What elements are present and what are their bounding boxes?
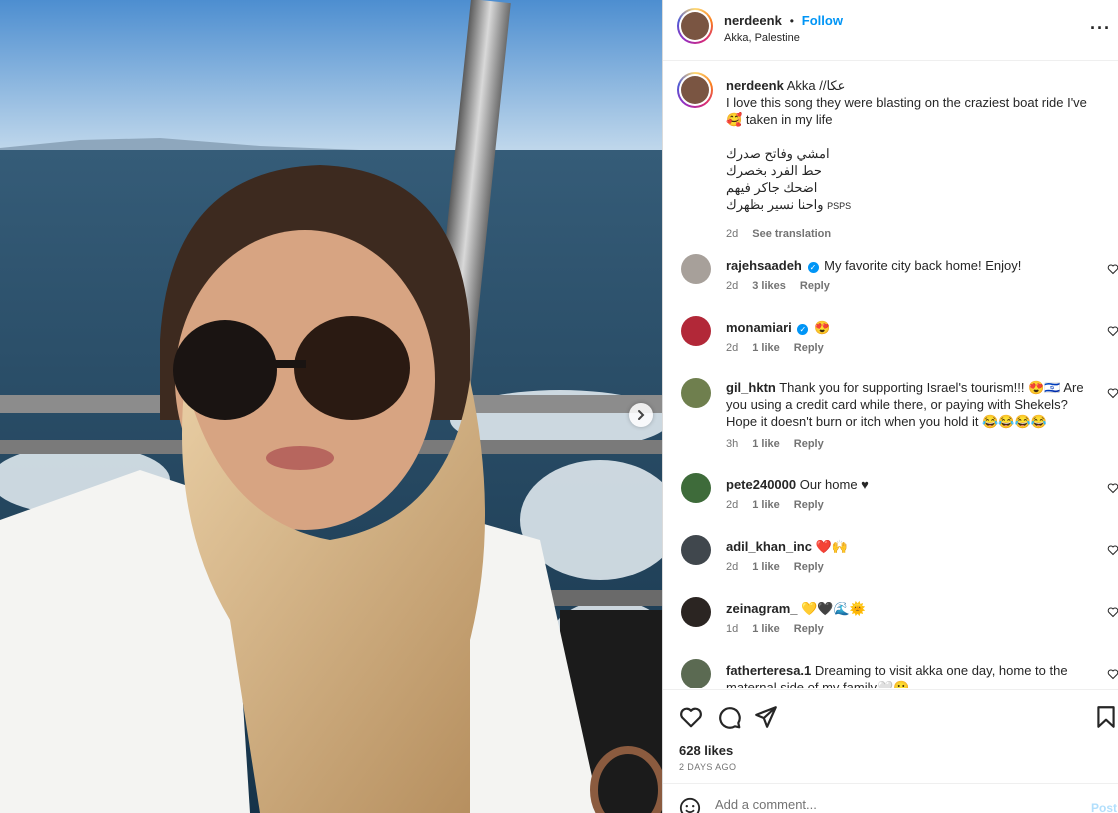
comment-time[interactable]: 1d xyxy=(726,623,738,635)
add-comment-bar: Post xyxy=(663,783,1118,813)
comment-text-line-2: maternal side of my family🤍🥲 xyxy=(726,680,910,688)
post-actions: 628 likes 2 DAYS AGO xyxy=(663,689,1118,783)
caption-username[interactable]: nerdeenk xyxy=(726,78,784,93)
post-header: nerdeenk • Follow Akka, Palestine ··· xyxy=(663,0,1118,61)
caption-arabic-1: امشي وفاتح صدرك xyxy=(726,146,830,161)
comment-time[interactable]: 2d xyxy=(726,561,738,573)
author-username[interactable]: nerdeenk xyxy=(724,13,782,28)
post-photo[interactable] xyxy=(0,0,662,813)
caption-arabic-3: اضحك جاكر فيهم xyxy=(726,180,818,195)
verified-badge-icon: ✓ xyxy=(807,262,819,273)
comment-text-line-1: Thank you for supporting Israel's touris… xyxy=(779,380,1084,395)
comment-likes[interactable]: 1 like xyxy=(752,342,780,354)
comment-text: 😍 xyxy=(814,320,831,335)
comment-username[interactable]: adil_khan_inc xyxy=(726,539,812,554)
share-icon[interactable] xyxy=(753,704,779,730)
reply-button[interactable]: Reply xyxy=(794,561,824,573)
chevron-right-icon xyxy=(638,410,645,420)
caption-arabic-2: حط الفرد بخصرك xyxy=(726,163,822,178)
comment-time[interactable]: 2d xyxy=(726,342,738,354)
comment-username[interactable]: pete240000 xyxy=(726,477,796,492)
comment-text: 💛🖤🌊🌞 xyxy=(801,601,866,616)
caption-meta: 2d See translation xyxy=(726,228,831,240)
comment-likes[interactable]: 1 like xyxy=(752,561,780,573)
commenter-avatar[interactable] xyxy=(681,659,711,688)
comment-likes[interactable]: 1 like xyxy=(752,499,780,511)
add-comment-input[interactable] xyxy=(715,797,1045,812)
caption-arabic-4: واحنا نسير بظهرك xyxy=(726,197,824,212)
post-location[interactable]: Akka, Palestine xyxy=(724,32,800,44)
photo-scene xyxy=(0,0,662,813)
comment-likes[interactable]: 1 like xyxy=(752,623,780,635)
like-comment-icon[interactable] xyxy=(1107,263,1118,275)
caption-time[interactable]: 2d xyxy=(726,228,738,240)
heart-icon[interactable] xyxy=(678,704,704,730)
reply-button[interactable]: Reply xyxy=(794,438,824,450)
more-options-icon[interactable]: ··· xyxy=(1090,18,1111,39)
like-comment-icon[interactable] xyxy=(1107,668,1118,680)
likes-count[interactable]: 628 likes xyxy=(679,743,733,758)
post-date[interactable]: 2 DAYS AGO xyxy=(679,762,736,772)
follow-button[interactable]: Follow xyxy=(802,13,843,28)
comments-list[interactable]: nerdeenk Akka //عكا I love this song the… xyxy=(663,62,1118,688)
comment-text: ❤️🙌 xyxy=(815,539,848,554)
like-comment-icon[interactable] xyxy=(1107,482,1118,494)
comment-username[interactable]: gil_hktn xyxy=(726,380,776,395)
commenter-avatar[interactable] xyxy=(681,316,711,346)
caption-text: nerdeenk Akka //عكا I love this song the… xyxy=(726,77,1089,215)
see-translation-button[interactable]: See translation xyxy=(752,228,831,240)
comment-username[interactable]: zeinagram_ xyxy=(726,601,798,616)
commenter-avatar[interactable] xyxy=(681,535,711,565)
caption-line-3: taken in my life xyxy=(745,112,833,127)
caption-psps: PSPS xyxy=(827,201,852,211)
author-avatar-ring[interactable] xyxy=(677,8,713,44)
separator-dot: • xyxy=(789,14,794,28)
like-comment-icon[interactable] xyxy=(1107,325,1118,337)
comment-likes[interactable]: 3 likes xyxy=(752,280,786,292)
bookmark-icon[interactable] xyxy=(1093,704,1118,730)
caption-line-2: I love this song they were blasting on t… xyxy=(726,95,1087,110)
caption-avatar xyxy=(681,76,709,104)
like-comment-icon[interactable] xyxy=(1107,387,1118,399)
reply-button[interactable]: Reply xyxy=(800,280,830,292)
commenter-avatar[interactable] xyxy=(681,378,711,408)
comment-text: Our home ♥ xyxy=(799,477,869,492)
comment-text-line-3: Hope it doesn't burn or itch when you ho… xyxy=(726,414,1047,429)
verified-badge-icon: ✓ xyxy=(797,324,809,335)
post-panel: nerdeenk • Follow Akka, Palestine ··· ne… xyxy=(662,0,1118,813)
comment-text-line-2: you using a credit card while there, or … xyxy=(726,397,1068,412)
comment-text-line-1: Dreaming to visit akka one day, home to … xyxy=(814,663,1068,678)
comment-username[interactable]: fatherteresa.1 xyxy=(726,663,811,678)
comment-username[interactable]: monamiari xyxy=(726,320,792,335)
comment-username[interactable]: rajehsaadeh xyxy=(726,258,802,273)
reply-button[interactable]: Reply xyxy=(794,499,824,511)
comment-time[interactable]: 3h xyxy=(726,438,738,450)
reply-button[interactable]: Reply xyxy=(794,342,824,354)
commenter-avatar[interactable] xyxy=(681,597,711,627)
commenter-avatar[interactable] xyxy=(681,473,711,503)
comment-time[interactable]: 2d xyxy=(726,499,738,511)
post-comment-button[interactable]: Post xyxy=(1091,801,1117,813)
emoji-icon[interactable] xyxy=(679,797,701,813)
commenter-avatar[interactable] xyxy=(681,254,711,284)
comment-likes[interactable]: 1 like xyxy=(752,438,780,450)
caption-avatar-ring[interactable] xyxy=(677,72,713,108)
like-comment-icon[interactable] xyxy=(1107,544,1118,556)
caption-emoji: 🥰 xyxy=(726,112,743,127)
comment-time[interactable]: 2d xyxy=(726,280,738,292)
comment-text: My favorite city back home! Enjoy! xyxy=(824,258,1022,273)
like-comment-icon[interactable] xyxy=(1107,606,1118,618)
next-photo-button[interactable] xyxy=(629,403,653,427)
comment-icon[interactable] xyxy=(716,704,742,730)
author-avatar xyxy=(681,12,709,40)
caption-line-1: Akka //عكا xyxy=(786,78,846,93)
reply-button[interactable]: Reply xyxy=(794,623,824,635)
